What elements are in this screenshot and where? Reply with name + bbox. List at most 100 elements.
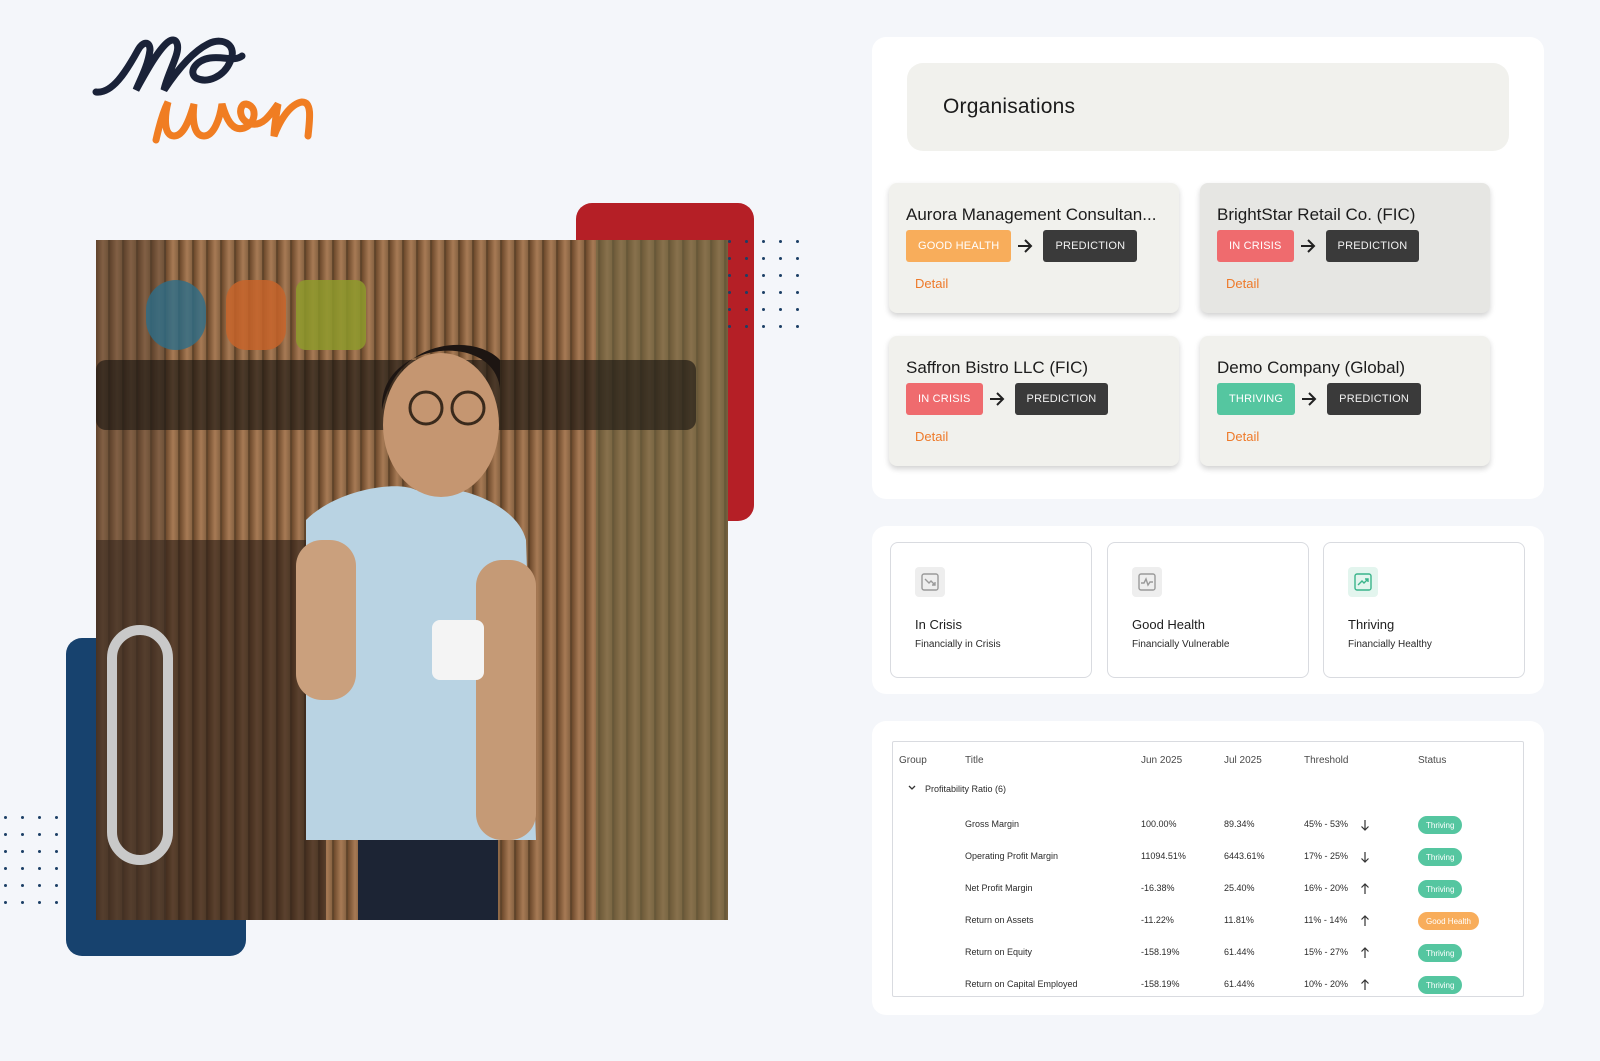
org-status-row: IN CRISIS PREDICTION [906, 383, 1109, 415]
hero-photo-illustration [96, 240, 728, 920]
status-badge: IN CRISIS [906, 383, 983, 415]
table-row[interactable]: Operating Profit Margin 11094.51% 6443.61%… [893, 848, 1523, 866]
status-badge: THRIVING [1217, 383, 1296, 415]
column-header-threshold[interactable]: Threshold [1304, 755, 1348, 766]
prediction-button[interactable]: PREDICTION [1327, 383, 1421, 415]
org-name: Saffron Bistro LLC (FIC) [906, 358, 1089, 377]
arrow-up-icon [1361, 883, 1369, 894]
pulse-icon [1132, 567, 1162, 597]
status-badge: IN CRISIS [1217, 230, 1294, 262]
summary-title: Good Health [1132, 617, 1205, 632]
row-jun-value: 11094.51% [1141, 851, 1186, 861]
column-header-group[interactable]: Group [899, 755, 927, 766]
arrow-right-icon [983, 383, 1011, 415]
column-header-status[interactable]: Status [1418, 755, 1446, 766]
status-badge: GOOD HEALTH [906, 230, 1012, 262]
row-jul-value: 25.40% [1224, 883, 1255, 893]
org-status-row: IN CRISIS PREDICTION [1217, 230, 1420, 262]
org-status-row: THRIVING PREDICTION [1217, 383, 1421, 415]
column-header-title[interactable]: Title [965, 755, 984, 766]
summary-subtitle: Financially Healthy [1348, 639, 1432, 650]
org-card[interactable]: Saffron Bistro LLC (FIC) IN CRISIS PREDI… [889, 336, 1179, 466]
status-badge: Good Health [1418, 912, 1479, 930]
org-name: Aurora Management Consultan... [906, 205, 1157, 224]
row-jul-value: 61.44% [1224, 979, 1255, 989]
arrow-right-icon [1295, 383, 1323, 415]
org-card[interactable]: Demo Company (Global) THRIVING PREDICTIO… [1200, 336, 1490, 466]
summary-panel: In Crisis Financially in Crisis Good Hea… [872, 526, 1544, 694]
table-row[interactable]: Net Profit Margin -16.38% 25.40% 16% - 20% T… [893, 880, 1523, 898]
trend-up-icon [1348, 567, 1378, 597]
table-row[interactable]: Return on Equity -158.19% 61.44% 15% - 27% T… [893, 944, 1523, 962]
row-threshold: 45% - 53% [1304, 819, 1349, 829]
prediction-button[interactable]: PREDICTION [1325, 230, 1420, 262]
arrow-up-icon [1361, 979, 1369, 990]
ratios-table: Group Title Jun 2025 Jul 2025 Threshold … [892, 741, 1524, 997]
row-title: Gross Margin [965, 819, 1020, 829]
org-card[interactable]: Aurora Management Consultan... GOOD HEAL… [889, 183, 1179, 313]
arrow-up-icon [1361, 915, 1369, 926]
detail-link[interactable]: Detail [915, 429, 948, 444]
row-threshold: 15% - 27% [1304, 947, 1349, 957]
table-row[interactable]: Return on Capital Employed -158.19% 61.44%… [893, 976, 1523, 994]
row-jun-value: -158.19% [1141, 947, 1180, 957]
column-header-jul[interactable]: Jul 2025 [1224, 755, 1262, 766]
prediction-button[interactable]: PREDICTION [1043, 230, 1138, 262]
decorative-dot-grid [4, 816, 64, 906]
page-title: Organisations [943, 95, 1076, 118]
row-title: Return on Assets [965, 915, 1034, 925]
brand-logo [92, 32, 332, 162]
org-status-row: GOOD HEALTH PREDICTION [906, 230, 1138, 262]
table-row[interactable]: Return on Assets -11.22% 11.81% 11% - 14% Go… [893, 912, 1523, 930]
row-threshold: 11% - 14% [1304, 915, 1348, 925]
group-label[interactable]: Profitability Ratio (6) [925, 784, 1006, 794]
org-name: BrightStar Retail Co. (FIC) [1217, 205, 1416, 224]
row-jul-value: 61.44% [1224, 947, 1255, 957]
row-jul-value: 11.81% [1224, 915, 1254, 925]
status-badge: Thriving [1418, 880, 1463, 898]
table-row[interactable]: Gross Margin 100.00% 89.34% 45% - 53% Thrivi… [893, 816, 1523, 834]
summary-card-in-crisis[interactable]: In Crisis Financially in Crisis [890, 542, 1092, 678]
row-title: Return on Capital Employed [965, 979, 1078, 989]
organisations-panel: Organisations Aurora Management Consulta… [872, 37, 1544, 499]
prediction-button[interactable]: PREDICTION [1014, 383, 1109, 415]
row-jul-value: 89.34% [1224, 819, 1255, 829]
detail-link[interactable]: Detail [1226, 429, 1259, 444]
detail-link[interactable]: Detail [1226, 276, 1259, 291]
row-jun-value: -11.22% [1141, 915, 1174, 925]
row-jun-value: 100.00% [1141, 819, 1177, 829]
column-header-jun[interactable]: Jun 2025 [1141, 755, 1182, 766]
status-badge: Thriving [1418, 944, 1463, 962]
organisations-header: Organisations [907, 63, 1509, 151]
row-threshold: 17% - 25% [1304, 851, 1349, 861]
arrow-down-icon [1361, 852, 1369, 863]
detail-link[interactable]: Detail [915, 276, 948, 291]
row-jul-value: 6443.61% [1224, 851, 1265, 861]
trend-down-icon [915, 567, 945, 597]
arrow-up-icon [1361, 947, 1369, 958]
row-threshold: 16% - 20% [1304, 883, 1349, 893]
ratios-table-panel: Group Title Jun 2025 Jul 2025 Threshold … [872, 721, 1544, 1015]
summary-title: Thriving [1348, 617, 1395, 632]
arrow-right-icon [1011, 230, 1039, 262]
row-title: Net Profit Margin [965, 883, 1033, 893]
hero-photo [96, 240, 728, 920]
summary-subtitle: Financially Vulnerable [1132, 639, 1230, 650]
summary-subtitle: Financially in Crisis [915, 639, 1001, 650]
arrow-right-icon [1294, 230, 1322, 262]
summary-title: In Crisis [915, 617, 962, 632]
row-threshold: 10% - 20% [1304, 979, 1349, 989]
summary-card-thriving[interactable]: Thriving Financially Healthy [1323, 542, 1525, 678]
summary-card-good-health[interactable]: Good Health Financially Vulnerable [1107, 542, 1309, 678]
brand-logo-mark [92, 36, 314, 144]
org-name: Demo Company (Global) [1217, 358, 1406, 377]
status-badge: Thriving [1418, 976, 1463, 994]
chevron-down-icon[interactable] [907, 783, 917, 793]
status-badge: Thriving [1418, 816, 1463, 834]
status-badge: Thriving [1418, 848, 1463, 866]
row-jun-value: -158.19% [1141, 979, 1180, 989]
arrow-down-icon [1361, 820, 1369, 831]
row-title: Return on Equity [965, 947, 1033, 957]
org-card[interactable]: BrightStar Retail Co. (FIC) IN CRISIS PR… [1200, 183, 1490, 313]
row-title: Operating Profit Margin [965, 851, 1059, 861]
